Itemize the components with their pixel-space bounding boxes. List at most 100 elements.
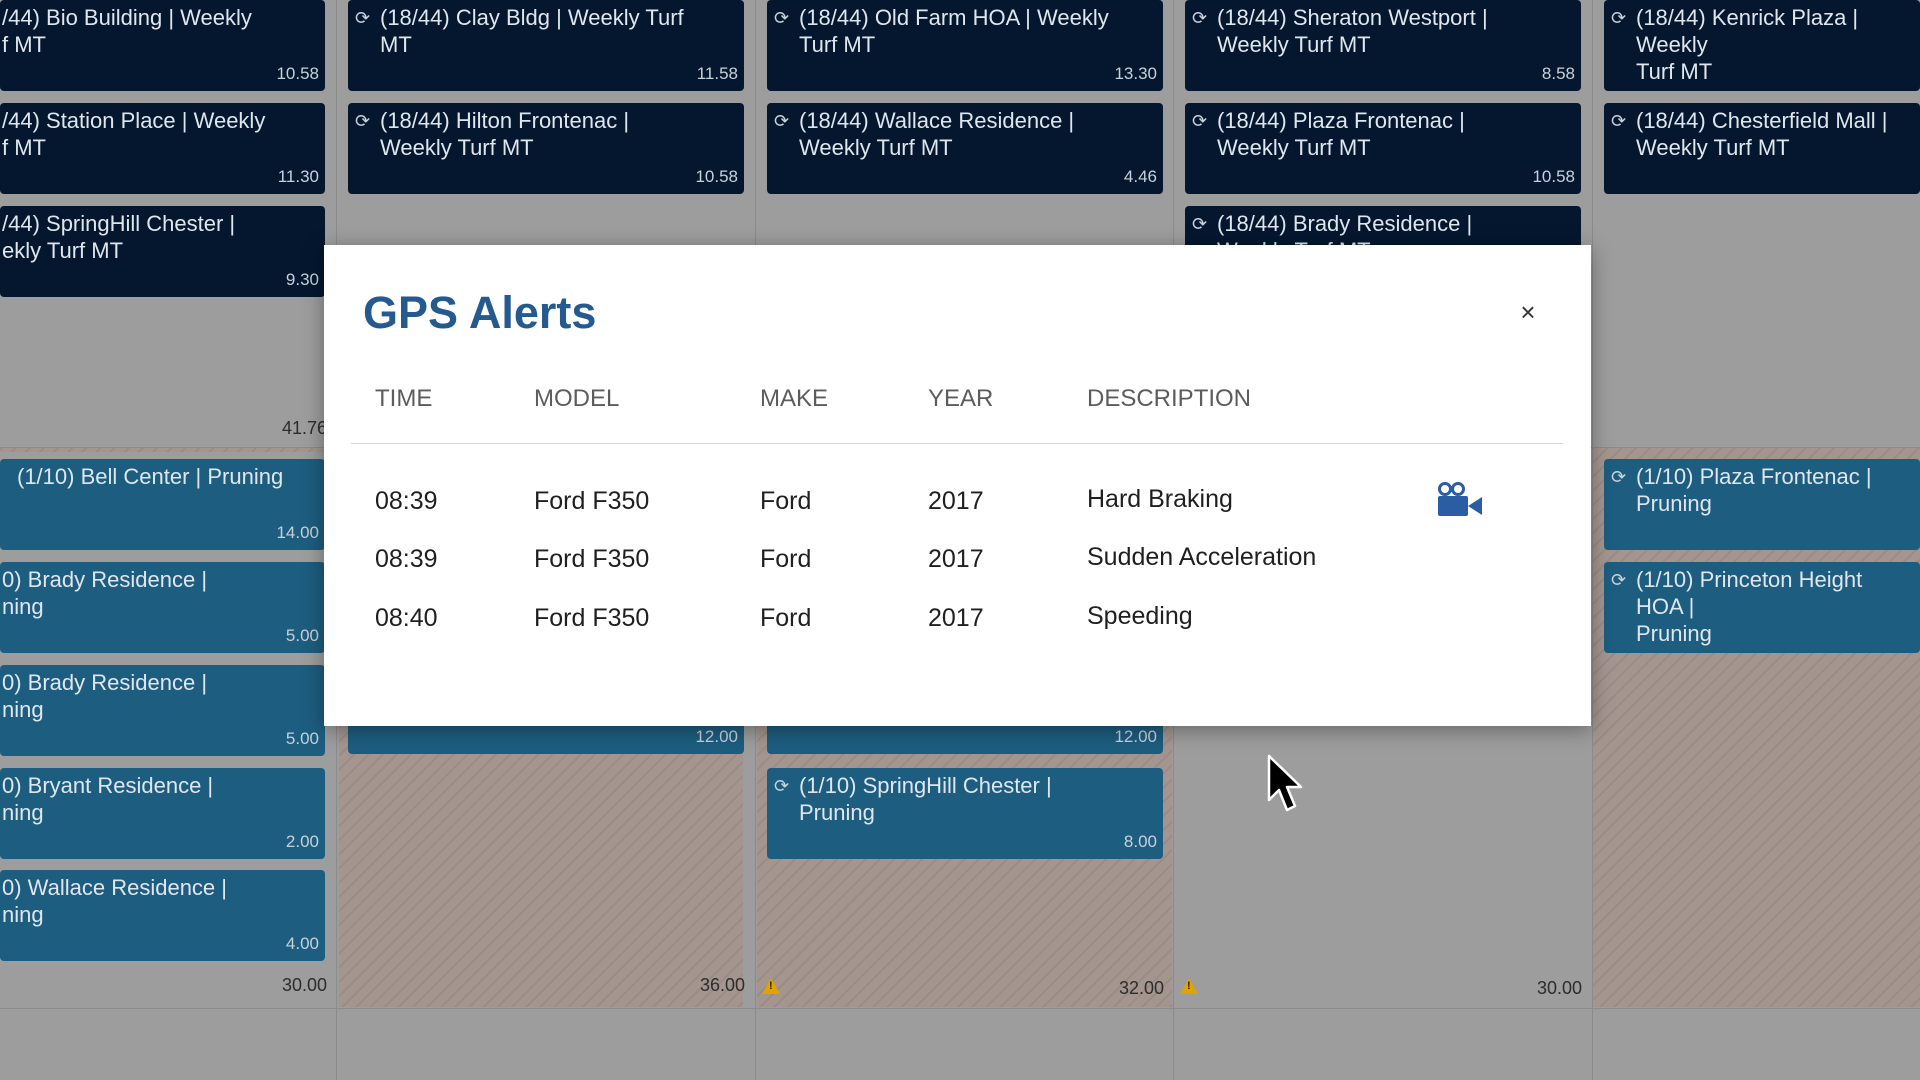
column-header-model: MODEL xyxy=(534,385,620,412)
schedule-card[interactable]: 0) Bryant Residence | ning 2.00 xyxy=(0,768,325,859)
card-title: (18/44) Clay Bldg | Weekly Turf MT xyxy=(380,5,684,57)
card-hours: 5.00 xyxy=(285,729,319,748)
recurring-icon: ⟳ xyxy=(1611,467,1627,487)
unavailable-area xyxy=(339,726,743,1007)
schedule-card[interactable]: ⟳ (18/44) Kenrick Plaza | Weekly Turf MT xyxy=(1604,0,1920,91)
column-header-year: YEAR xyxy=(928,385,994,412)
card-title: (18/44) Plaza Frontenac | Weekly Turf MT xyxy=(1217,108,1465,160)
card-title: 0) Bryant Residence | ning xyxy=(2,773,214,825)
cell-description: Sudden Acceleration xyxy=(1087,543,1317,571)
day-total: 32.00 xyxy=(1119,978,1165,998)
cell-make: Ford xyxy=(760,545,812,573)
table-row[interactable]: 08:40 Ford F350 Ford 2017 Speeding xyxy=(351,586,1563,644)
schedule-card[interactable]: /44) SpringHill Chester | ekly Turf MT 9… xyxy=(0,206,325,297)
alerts-table-header: TIME MODEL MAKE YEAR DESCRIPTION xyxy=(351,385,1563,444)
cell-time: 08:40 xyxy=(375,604,438,632)
card-hours: 14.00 xyxy=(276,523,319,542)
cell-make: Ford xyxy=(760,487,812,515)
cell-year: 2017 xyxy=(928,545,984,573)
schedule-card[interactable]: ⟳ (18/44) Clay Bldg | Weekly Turf MT 11.… xyxy=(348,0,744,91)
schedule-card[interactable]: ⟳ (1/10) SpringHill Chester | Pruning 8.… xyxy=(767,768,1163,859)
column-header-make: MAKE xyxy=(760,385,829,412)
cell-model: Ford F350 xyxy=(534,545,650,573)
schedule-card[interactable]: 0) Brady Residence | ning 5.00 xyxy=(0,562,325,653)
cell-year: 2017 xyxy=(928,487,984,515)
card-title: 0) Brady Residence | ning xyxy=(2,670,208,722)
card-hours: 12.00 xyxy=(1114,727,1157,746)
card-hours: 11.58 xyxy=(696,64,738,83)
card-title: (18/44) Old Farm HOA | Weekly Turf MT xyxy=(799,5,1109,57)
card-hours: 11.30 xyxy=(277,167,319,186)
recurring-icon: ⟳ xyxy=(1192,111,1208,131)
card-title: /44) Bio Building | Weekly f MT xyxy=(2,5,252,57)
schedule-card[interactable]: ⟳ (1/10) Plaza Frontenac | Pruning xyxy=(1604,459,1920,550)
gps-alerts-modal: GPS Alerts × TIME MODEL MAKE YEAR DESCRI… xyxy=(324,245,1591,726)
cell-description: Speeding xyxy=(1087,602,1193,630)
schedule-card[interactable]: ⟳ (1/10) Princeton Height HOA | Pruning xyxy=(1604,562,1920,653)
recurring-icon: ⟳ xyxy=(774,111,790,131)
card-title: (1/10) Princeton Height HOA | Pruning xyxy=(1636,567,1863,646)
schedule-card[interactable]: 0) Brady Residence | ning 5.00 xyxy=(0,665,325,756)
warning-icon xyxy=(762,978,780,994)
recurring-icon: ⟳ xyxy=(774,776,790,796)
card-title: (1/10) Bell Center | Pruning xyxy=(17,464,284,489)
schedule-card[interactable]: /44) Station Place | Weekly f MT 11.30 xyxy=(0,103,325,194)
card-hours: 10.58 xyxy=(695,167,738,186)
card-hours: 2.00 xyxy=(285,832,319,851)
card-hours: 5.00 xyxy=(285,626,319,645)
schedule-card[interactable]: ⟳ (18/44) Hilton Frontenac | Weekly Turf… xyxy=(348,103,744,194)
card-title: (1/10) Plaza Frontenac | Pruning xyxy=(1636,464,1872,516)
cell-year: 2017 xyxy=(928,604,984,632)
table-row[interactable]: 08:39 Ford F350 Ford 2017 Sudden Acceler… xyxy=(351,527,1563,585)
schedule-card[interactable]: (1/10) Bell Center | Pruning 14.00 xyxy=(0,459,325,550)
card-title: (18/44) Kenrick Plaza | Weekly Turf MT xyxy=(1636,5,1859,84)
schedule-card[interactable]: ⟳ (18/44) Chesterfield Mall | Weekly Tur… xyxy=(1604,103,1920,194)
column-header-description: DESCRIPTION xyxy=(1087,385,1252,412)
card-hours: 10.58 xyxy=(276,64,319,83)
card-title: (18/44) Chesterfield Mall | Weekly Turf … xyxy=(1636,108,1888,160)
card-title: (18/44) Wallace Residence | Weekly Turf … xyxy=(799,108,1075,160)
schedule-card[interactable]: /44) Bio Building | Weekly f MT 10.58 xyxy=(0,0,325,91)
cell-model: Ford F350 xyxy=(534,487,650,515)
recurring-icon: ⟳ xyxy=(1192,214,1208,234)
recurring-icon: ⟳ xyxy=(774,8,790,28)
schedule-card[interactable]: ⟳ (18/44) Sheraton Westport | Weekly Tur… xyxy=(1185,0,1581,91)
card-hours: 8.00 xyxy=(1123,832,1157,851)
schedule-card[interactable]: ⟳ (18/44) Wallace Residence | Weekly Tur… xyxy=(767,103,1163,194)
close-button[interactable]: × xyxy=(1513,297,1543,327)
card-title: (18/44) Sheraton Westport | Weekly Turf … xyxy=(1217,5,1488,57)
cell-make: Ford xyxy=(760,604,812,632)
recurring-icon: ⟳ xyxy=(1192,8,1208,28)
recurring-icon: ⟳ xyxy=(1611,8,1627,28)
recurring-icon: ⟳ xyxy=(1611,570,1627,590)
recurring-icon: ⟳ xyxy=(355,111,371,131)
video-camera-icon[interactable] xyxy=(1437,482,1483,518)
recurring-icon: ⟳ xyxy=(355,8,371,28)
day-total: 30.00 xyxy=(282,975,328,995)
unavailable-area xyxy=(0,448,338,452)
table-row[interactable]: 08:39 Ford F350 Ford 2017 Hard Braking xyxy=(351,469,1563,527)
schedule-card[interactable]: 0) Wallace Residence | ning 4.00 xyxy=(0,870,325,961)
cell-time: 08:39 xyxy=(375,487,438,515)
card-title: (18/44) Hilton Frontenac | Weekly Turf M… xyxy=(380,108,630,160)
day-total: 36.00 xyxy=(700,975,746,995)
card-hours: 4.00 xyxy=(285,934,319,953)
card-title: (1/10) SpringHill Chester | Pruning xyxy=(799,773,1052,825)
card-title: /44) Station Place | Weekly f MT xyxy=(2,108,266,160)
cell-time: 08:39 xyxy=(375,545,438,573)
card-title: /44) SpringHill Chester | ekly Turf MT xyxy=(2,211,236,263)
card-hours: 13.30 xyxy=(1114,64,1157,83)
card-hours: 10.58 xyxy=(1532,167,1575,186)
schedule-card[interactable]: ⟳ (18/44) Plaza Frontenac | Weekly Turf … xyxy=(1185,103,1581,194)
cell-description: Hard Braking xyxy=(1087,485,1233,513)
day-total: 41.76 xyxy=(282,418,328,438)
mouse-cursor-icon xyxy=(1267,754,1303,812)
column-header-time: TIME xyxy=(375,385,433,412)
card-title: 0) Wallace Residence | ning xyxy=(2,875,227,927)
day-total: 30.00 xyxy=(1537,978,1583,998)
card-hours: 9.30 xyxy=(285,270,319,289)
card-hours: 8.58 xyxy=(1541,64,1575,83)
recurring-icon: ⟳ xyxy=(1611,111,1627,131)
warning-icon xyxy=(1180,978,1198,994)
schedule-card[interactable]: ⟳ (18/44) Old Farm HOA | Weekly Turf MT … xyxy=(767,0,1163,91)
